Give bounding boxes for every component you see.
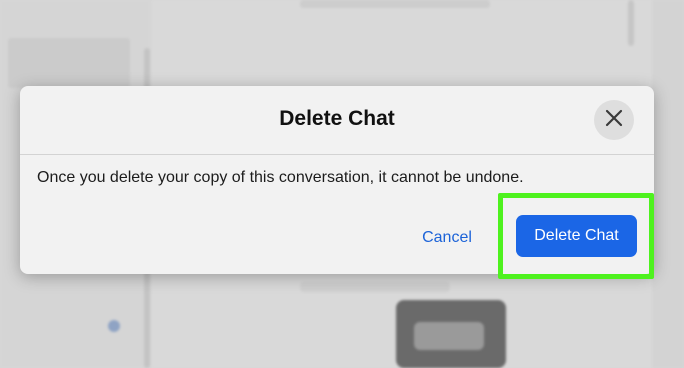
delete-chat-button[interactable]: Delete Chat [516, 215, 637, 257]
dialog-divider [20, 154, 654, 155]
chat-message-bar [300, 282, 450, 292]
dialog-title: Delete Chat [279, 107, 395, 130]
delete-chat-dialog: Delete Chat Once you delete your copy of… [20, 86, 654, 279]
details-panel [652, 0, 684, 368]
chat-header-line [300, 0, 490, 8]
conversation-thumbnail [8, 38, 130, 88]
close-icon [605, 109, 623, 132]
cancel-button[interactable]: Cancel [412, 224, 482, 252]
dialog-header: Delete Chat [20, 86, 654, 153]
chat-image-thumbnail [396, 300, 506, 368]
close-button[interactable] [594, 100, 634, 140]
dialog-message: Once you delete your copy of this conver… [37, 169, 524, 186]
chat-scrollbar [628, 0, 634, 46]
unread-dot [108, 320, 120, 332]
